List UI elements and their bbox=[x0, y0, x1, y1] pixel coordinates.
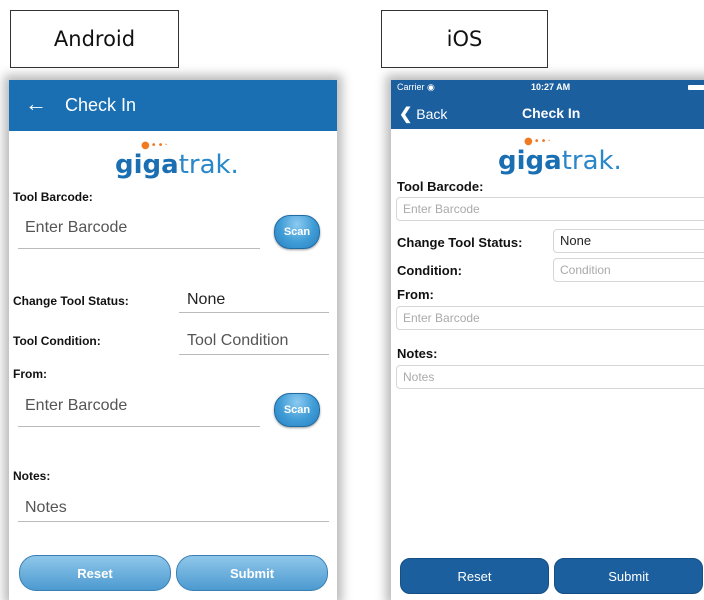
change-status-label: Change Tool Status: bbox=[13, 294, 129, 308]
notes-label: Notes: bbox=[13, 469, 51, 483]
notes-input[interactable]: Notes bbox=[25, 499, 67, 517]
chevron-left-icon: ❮ bbox=[399, 106, 413, 123]
ios-nav-bar: Carrier ◉ 10:27 AM ❮ Back Check In bbox=[391, 80, 704, 129]
gigatrak-logo: ●••· gigatrak. bbox=[498, 136, 622, 176]
tool-condition-underline bbox=[179, 354, 329, 355]
scan-barcode-button[interactable]: Scan bbox=[274, 215, 320, 249]
tool-condition-input[interactable]: Tool Condition bbox=[187, 332, 288, 350]
scan-from-button[interactable]: Scan bbox=[274, 393, 320, 427]
logo-swoosh-icon: ●••· bbox=[141, 140, 169, 151]
tool-barcode-input[interactable]: Enter Barcode bbox=[396, 197, 704, 221]
from-input[interactable]: Enter Barcode bbox=[25, 397, 127, 415]
carrier-status: Carrier ◉ bbox=[397, 82, 435, 92]
submit-button[interactable]: Submit bbox=[554, 558, 703, 594]
change-status-underline bbox=[179, 312, 329, 313]
battery-icon bbox=[688, 85, 704, 90]
from-underline bbox=[18, 426, 260, 427]
clock-status: 10:27 AM bbox=[531, 82, 571, 92]
ios-label: iOS bbox=[381, 10, 548, 68]
tool-barcode-input[interactable]: Enter Barcode bbox=[25, 219, 127, 237]
back-button[interactable]: ❮ Back bbox=[399, 104, 447, 124]
change-status-select[interactable]: None bbox=[187, 291, 225, 309]
gigatrak-logo: ●••· gigatrak. bbox=[115, 140, 239, 180]
reset-button[interactable]: Reset bbox=[400, 558, 549, 594]
from-label: From: bbox=[397, 287, 434, 302]
change-status-label: Change Tool Status: bbox=[397, 235, 523, 250]
ios-screen: Carrier ◉ 10:27 AM ❮ Back Check In ●••· … bbox=[391, 80, 704, 600]
android-app-bar: ← Check In bbox=[9, 80, 337, 131]
condition-label: Condition: bbox=[397, 263, 462, 278]
from-label: From: bbox=[13, 367, 47, 381]
notes-label: Notes: bbox=[397, 346, 438, 361]
logo-swoosh-icon: ●••· bbox=[524, 136, 552, 147]
condition-input[interactable]: Condition bbox=[553, 258, 704, 282]
android-label: Android bbox=[10, 10, 179, 68]
from-input[interactable]: Enter Barcode bbox=[396, 306, 704, 330]
tool-barcode-label: Tool Barcode: bbox=[397, 179, 484, 194]
tool-barcode-underline bbox=[18, 248, 260, 249]
android-screen: ← Check In ●••· gigatrak. Tool Barcode: … bbox=[9, 80, 337, 600]
back-arrow-icon[interactable]: ← bbox=[25, 91, 47, 117]
notes-input[interactable]: Notes bbox=[396, 365, 704, 389]
page-title: Check In bbox=[522, 105, 581, 121]
notes-underline bbox=[18, 521, 329, 522]
submit-button[interactable]: Submit bbox=[176, 555, 328, 591]
tool-condition-label: Tool Condition: bbox=[13, 334, 101, 348]
tool-barcode-label: Tool Barcode: bbox=[13, 190, 93, 204]
page-title: Check In bbox=[65, 95, 137, 115]
change-status-select[interactable]: None bbox=[553, 229, 704, 253]
reset-button[interactable]: Reset bbox=[19, 555, 171, 591]
